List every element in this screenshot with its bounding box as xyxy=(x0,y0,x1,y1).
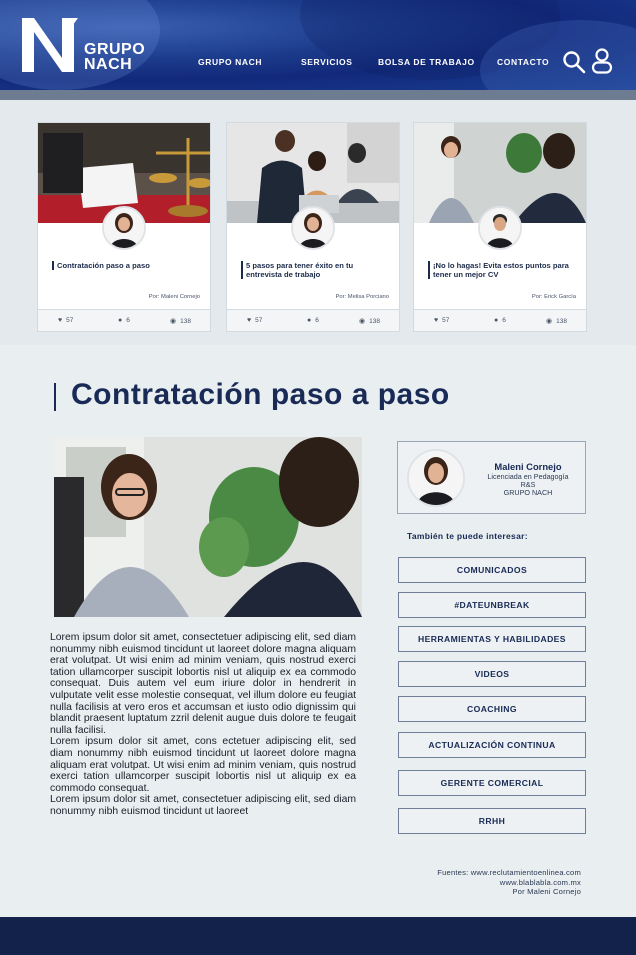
brand-name: GRUPO NACH xyxy=(84,41,146,73)
article-title: Contratación paso a paso xyxy=(71,378,450,411)
grupo-nach-logo[interactable] xyxy=(22,18,78,72)
author-avatar xyxy=(478,206,522,250)
article-body: Lorem ipsum dolor sit amet, consectetuer… xyxy=(50,632,356,818)
header-divider xyxy=(0,90,636,100)
eye-icon: ◉ xyxy=(359,318,366,325)
eye-icon: ◉ xyxy=(170,318,177,325)
tag-dateunbreak[interactable]: #DATEUNBREAK xyxy=(398,592,586,618)
author-name: Maleni Cornejo xyxy=(494,461,562,472)
heart-icon: ♥ xyxy=(434,317,439,324)
nav-grupo-nach[interactable]: GRUPO NACH xyxy=(198,57,262,67)
likes-stat[interactable]: ♥ 57 xyxy=(247,317,262,324)
article-card[interactable]: ¡No lo hagas! Evita estos puntos para te… xyxy=(413,122,587,332)
card-stats: ♥ 57 ● 6 ◉ 138 xyxy=(414,309,586,331)
author-avatar xyxy=(102,206,146,250)
comment-icon: ● xyxy=(118,317,123,324)
user-icon[interactable] xyxy=(591,48,613,74)
comments-stat[interactable]: ● 6 xyxy=(307,317,319,324)
article-paragraph: Lorem ipsum dolor sit amet, consectetuer… xyxy=(50,794,356,817)
card-title[interactable]: Contratación paso a paso xyxy=(52,261,202,270)
sources: Fuentes: www.reclutamientoenlinea.com ww… xyxy=(437,868,581,897)
card-author: Por: Maleni Cornejo xyxy=(148,294,200,300)
heart-icon: ♥ xyxy=(247,317,252,324)
card-author: Por: Erick García xyxy=(531,294,576,300)
card-title[interactable]: ¡No lo hagas! Evita estos puntos para te… xyxy=(428,261,578,279)
likes-stat[interactable]: ♥ 57 xyxy=(58,317,73,324)
views-stat: ◉ 138 xyxy=(170,318,191,325)
card-stats: ♥ 57 ● 6 ◉ 138 xyxy=(227,309,399,331)
author-box: Maleni Cornejo Licenciada en Pedagogía R… xyxy=(397,441,586,514)
views-stat: ◉ 138 xyxy=(359,318,380,325)
site-header: GRUPO NACH GRUPO NACH SERVICIOS BOLSA DE… xyxy=(0,0,636,90)
article-hero-image xyxy=(54,437,362,617)
nav-contacto[interactable]: CONTACTO xyxy=(497,57,549,67)
comment-icon: ● xyxy=(494,317,499,324)
views-stat: ◉ 138 xyxy=(546,318,567,325)
source-line: www.blablabla.com.mx xyxy=(499,877,581,887)
tag-coaching[interactable]: COACHING xyxy=(398,696,586,722)
heart-icon: ♥ xyxy=(58,317,63,324)
likes-stat[interactable]: ♥ 57 xyxy=(434,317,449,324)
comment-icon: ● xyxy=(307,317,312,324)
tag-gerente-comercial[interactable]: GERENTE COMERCIAL xyxy=(398,770,586,796)
source-line: Fuentes: www.reclutamientoenlinea.com xyxy=(437,868,581,877)
author-role: Licenciada en Pedagogía R&S GRUPO NACH xyxy=(487,472,569,497)
card-title[interactable]: 5 pasos para tener éxito en tu entrevist… xyxy=(241,261,391,279)
site-footer xyxy=(0,917,636,955)
source-line: Por Maleni Cornejo xyxy=(512,887,581,897)
tag-comunicados[interactable]: COMUNICADOS xyxy=(398,557,586,583)
tag-videos[interactable]: VIDEOS xyxy=(398,661,586,687)
comments-stat[interactable]: ● 6 xyxy=(118,317,130,324)
related-heading: También te puede interesar: xyxy=(407,531,528,541)
card-stats: ♥ 57 ● 6 ◉ 138 xyxy=(38,309,210,331)
author-avatar xyxy=(407,449,465,507)
article-card[interactable]: Contratación paso a paso Por: Maleni Cor… xyxy=(37,122,211,332)
comments-stat[interactable]: ● 6 xyxy=(494,317,506,324)
tag-rrhh[interactable]: RRHH xyxy=(398,808,586,834)
article-paragraph: Lorem ipsum dolor sit amet, cons ectetue… xyxy=(50,736,356,794)
eye-icon: ◉ xyxy=(546,318,553,325)
article-card[interactable]: 5 pasos para tener éxito en tu entrevist… xyxy=(226,122,400,332)
card-author: Por: Melisa Porciano xyxy=(335,294,389,300)
nav-bolsa-de-trabajo[interactable]: BOLSA DE TRABAJO xyxy=(378,57,475,67)
article-paragraph: Lorem ipsum dolor sit amet, consectetuer… xyxy=(50,632,356,736)
tag-actualizacion-continua[interactable]: ACTUALIZACIÓN CONTINUA xyxy=(398,732,586,758)
tag-herramientas-y-habilidades[interactable]: HERRAMIENTAS Y HABILIDADES xyxy=(398,626,586,652)
nav-servicios[interactable]: SERVICIOS xyxy=(301,57,353,67)
author-avatar xyxy=(291,206,335,250)
search-icon[interactable] xyxy=(562,50,586,74)
